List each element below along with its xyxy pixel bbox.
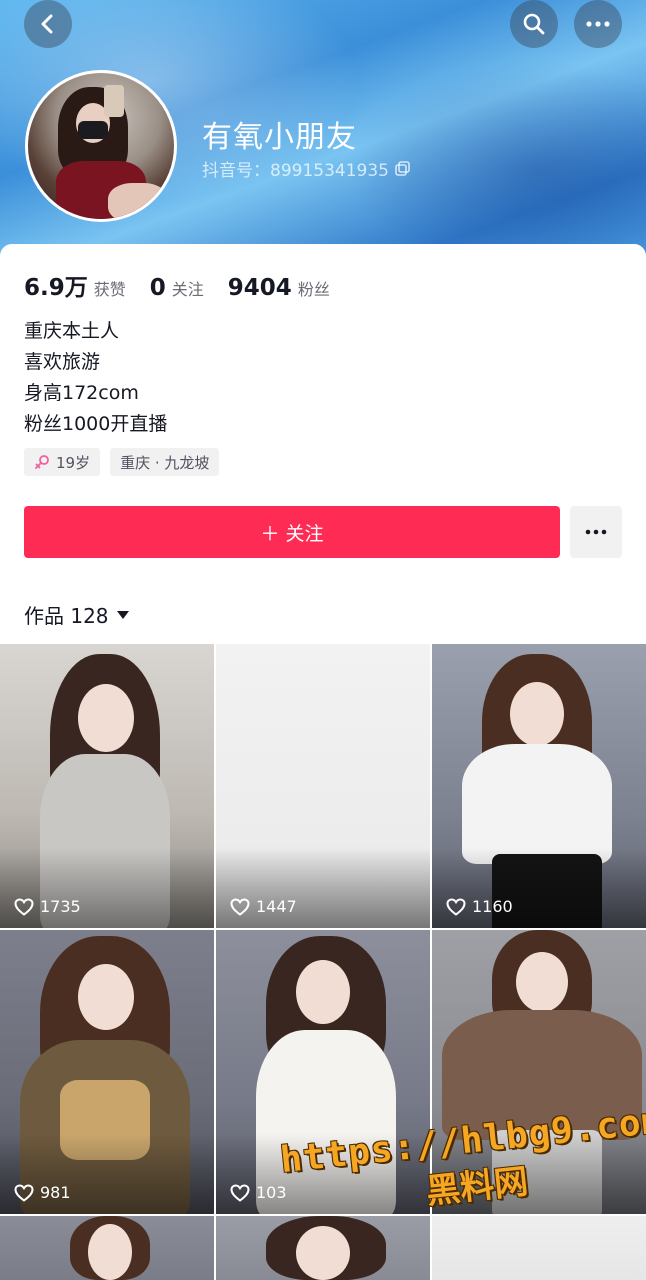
like-count: 1447 — [230, 897, 297, 916]
follow-button[interactable]: ＋ 关注 — [24, 506, 560, 558]
bio-line: 粉丝1000开直播 — [24, 413, 168, 435]
video-thumbnail[interactable] — [432, 1216, 646, 1280]
video-thumbnail[interactable]: 1160 — [432, 644, 646, 928]
video-thumbnail[interactable]: 1735 — [0, 644, 214, 928]
bio-line: 喜欢旅游 — [24, 351, 101, 373]
like-count: 981 — [14, 1183, 71, 1202]
age-text: 19岁 — [56, 453, 91, 472]
avatar[interactable] — [25, 70, 177, 222]
profile-more-button[interactable] — [570, 506, 622, 558]
like-count: 1160 — [446, 897, 513, 916]
heart-icon — [14, 1183, 34, 1202]
copy-icon — [395, 161, 410, 176]
followers-count: 9404 — [227, 275, 292, 301]
profile-card: 6.9万 获赞 0 关注 9404 粉丝 重庆本土人 喜欢旅游 身高172com… — [0, 244, 646, 644]
location-text: 重庆 · 九龙坡 — [120, 453, 210, 472]
profile-stats: 6.9万 获赞 0 关注 9404 粉丝 — [24, 268, 354, 302]
bio-line: 身高172com — [24, 382, 139, 404]
following-count: 0 — [149, 275, 166, 301]
heart-icon — [14, 897, 34, 916]
likes-label: 获赞 — [93, 280, 126, 299]
followers-stat[interactable]: 9404 粉丝 — [228, 275, 330, 301]
video-thumbnail[interactable] — [216, 1216, 430, 1280]
likes-count: 6.9万 — [24, 275, 88, 301]
video-thumbnail[interactable]: 981 — [0, 930, 214, 1214]
following-label: 关注 — [171, 280, 204, 299]
caret-down-icon — [116, 610, 129, 619]
back-button[interactable] — [24, 0, 72, 48]
likes-stat[interactable]: 6.9万 获赞 — [24, 268, 126, 302]
video-thumbnail[interactable]: 1447 — [216, 644, 430, 928]
more-options-button[interactable] — [574, 0, 622, 48]
heart-icon — [446, 897, 466, 916]
bio: 重庆本土人 喜欢旅游 身高172com 粉丝1000开直播 — [24, 316, 167, 440]
like-count: 1735 — [14, 897, 81, 916]
nickname: 有氧小朋友 — [202, 120, 357, 155]
age-tag: 19岁 — [24, 448, 101, 476]
chevron-left-icon — [41, 14, 53, 34]
bio-line: 重庆本土人 — [24, 320, 120, 342]
female-icon — [35, 455, 49, 469]
more-horizontal-icon — [586, 21, 610, 27]
douyin-id-text: 抖音号：89915341935 — [202, 161, 389, 181]
works-label: 作品 128 — [24, 604, 109, 628]
douyin-id[interactable]: 抖音号：89915341935 — [202, 156, 410, 181]
like-count: 103 — [230, 1183, 287, 1202]
heart-icon — [230, 1183, 250, 1202]
profile-tags: 19岁 重庆 · 九龙坡 — [24, 448, 220, 476]
location-tag: 重庆 · 九龙坡 — [110, 448, 220, 476]
followers-label: 粉丝 — [297, 280, 330, 299]
works-tab[interactable]: 作品 128 — [24, 600, 129, 629]
more-horizontal-icon — [585, 529, 607, 535]
heart-icon — [230, 897, 250, 916]
profile-header-background: 有氧小朋友 抖音号：89915341935 — [0, 0, 646, 270]
following-stat[interactable]: 0 关注 — [150, 275, 204, 301]
search-icon — [523, 13, 545, 35]
video-thumbnail[interactable] — [0, 1216, 214, 1280]
search-button[interactable] — [510, 0, 558, 48]
